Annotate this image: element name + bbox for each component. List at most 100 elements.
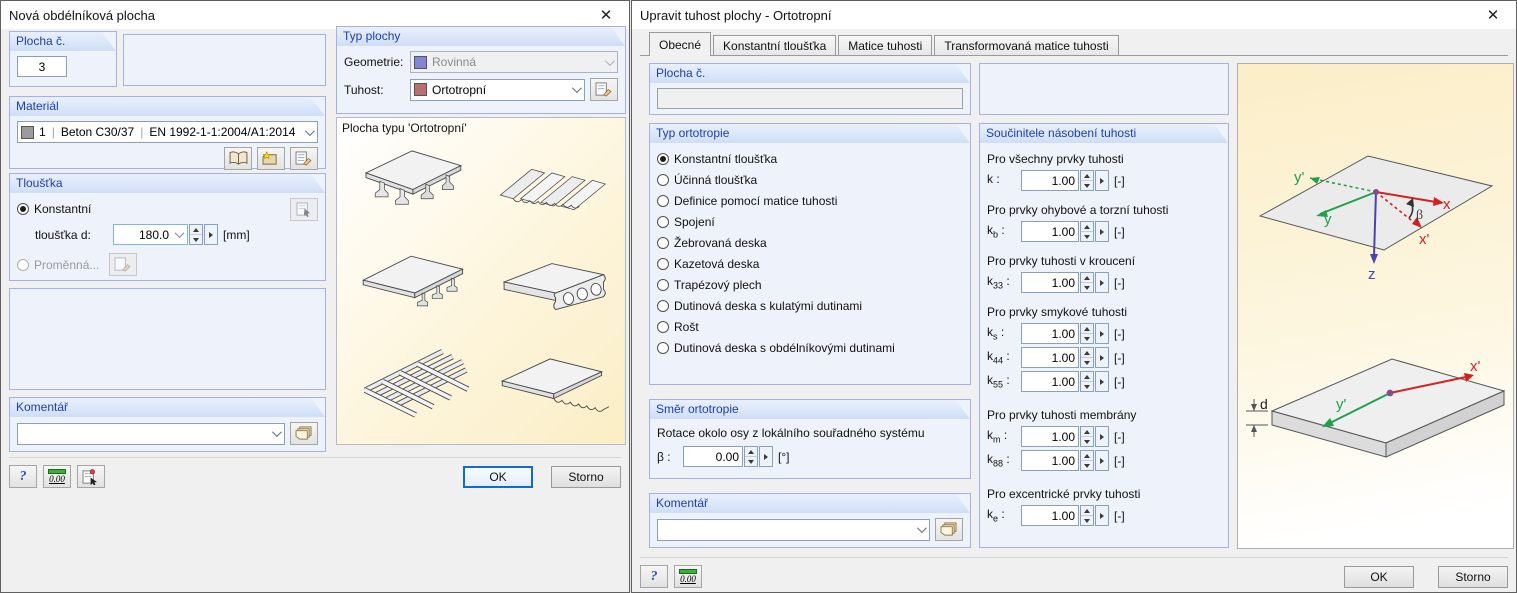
cancel-button[interactable]: Storno (551, 466, 621, 488)
radio-constant-thickness[interactable]: Konstantní (17, 198, 91, 219)
factor-input-k55[interactable] (1022, 372, 1078, 391)
tab-transformovana-matice[interactable]: Transformovaná matice tuhosti (934, 35, 1118, 56)
pick-surface-button[interactable] (77, 465, 105, 488)
tab-obecne[interactable]: Obecné (649, 32, 711, 56)
beta-field[interactable] (683, 446, 743, 467)
thickness-group: Tloušťka Konstantní (9, 173, 326, 281)
radio-ucinna-tloustka[interactable]: Účinná tloušťka (657, 169, 963, 190)
factor-detail-button[interactable] (1095, 347, 1109, 368)
thickness-field-label: tloušťka d: (35, 228, 113, 242)
edit-material-button[interactable] (290, 147, 318, 170)
radio-definice-matice[interactable]: Definice pomocí matice tuhosti (657, 190, 963, 211)
thickness-field[interactable] (113, 224, 188, 245)
factor-input-k[interactable] (1022, 171, 1078, 190)
factor-spinner[interactable] (1080, 221, 1094, 242)
edit-stiffness-button[interactable] (590, 78, 618, 101)
factor-input-ks[interactable] (1022, 324, 1078, 343)
comment-presets-button[interactable] (935, 518, 963, 541)
factor-spinner[interactable] (1080, 505, 1094, 526)
factor-input-k88[interactable] (1022, 451, 1078, 470)
pick-thickness-button[interactable] (290, 198, 318, 221)
factor-detail-button[interactable] (1095, 170, 1109, 191)
units-button[interactable]: 0.00 (674, 565, 702, 588)
titlebar[interactable]: Upravit tuhost plochy - Ortotropní ✕ (632, 1, 1516, 29)
factor-field[interactable] (1021, 371, 1079, 392)
tab-konstantni-tloustka[interactable]: Konstantní tloušťka (713, 35, 836, 56)
close-icon[interactable]: ✕ (1478, 3, 1508, 27)
edit-variable-thickness-button[interactable] (109, 253, 137, 276)
factor-detail-button[interactable] (1095, 450, 1109, 471)
chevron-down-icon[interactable] (567, 80, 584, 100)
orthotropy-direction-header: Směr ortotropie (650, 400, 970, 419)
factor-field[interactable] (1021, 323, 1079, 344)
factor-spinner[interactable] (1080, 170, 1094, 191)
orthotropy-diagram-panel: y' y z x x' β (1237, 63, 1514, 549)
ok-button[interactable]: OK (463, 466, 533, 488)
help-button[interactable]: ? (640, 565, 668, 588)
thickness-detail-button[interactable] (204, 224, 218, 245)
factor-detail-button[interactable] (1095, 221, 1109, 242)
factor-input-ke[interactable] (1022, 506, 1078, 525)
close-icon[interactable]: ✕ (591, 3, 621, 27)
factor-spinner[interactable] (1080, 426, 1094, 447)
surface-number-input[interactable] (17, 56, 67, 77)
factor-detail-button[interactable] (1095, 371, 1109, 392)
beta-spinner[interactable] (744, 446, 758, 467)
factor-detail-button[interactable] (1095, 505, 1109, 526)
factor-field[interactable] (1021, 221, 1079, 242)
material-library-button[interactable] (224, 147, 252, 170)
factor-detail-button[interactable] (1095, 323, 1109, 344)
radio-spojeni[interactable]: Spojení (657, 211, 963, 232)
comment-presets-button[interactable] (290, 422, 318, 445)
radio-dutinova-kulate[interactable]: Dutinová deska s kulatými dutinami (657, 295, 963, 316)
beta-input[interactable] (684, 447, 742, 466)
factor-detail-button[interactable] (1095, 272, 1109, 293)
help-button[interactable]: ? (9, 465, 37, 488)
beta-detail-button[interactable] (759, 446, 773, 467)
factor-input-km[interactable] (1022, 427, 1078, 446)
radio-dot (657, 153, 669, 165)
new-material-button[interactable] (257, 147, 285, 170)
thickness-input[interactable] (114, 225, 172, 244)
factor-field[interactable] (1021, 272, 1079, 293)
factor-detail-button[interactable] (1095, 426, 1109, 447)
factor-spinner[interactable] (1080, 347, 1094, 368)
radio-dot (17, 203, 29, 215)
factor-spinner[interactable] (1080, 323, 1094, 344)
radio-zebrovana-deska[interactable]: Žebrovaná deska (657, 232, 963, 253)
factor-row-k33: k33 : [-] (987, 272, 1221, 293)
material-combo[interactable]: 1 | Beton C30/37 | EN 1992-1-1:2004/A1:2… (17, 121, 318, 143)
factor-field[interactable] (1021, 426, 1079, 447)
factor-spinner[interactable] (1080, 371, 1094, 392)
factor-field[interactable] (1021, 170, 1079, 191)
chevron-down-icon[interactable] (300, 122, 317, 142)
factor-input-kb[interactable] (1022, 222, 1078, 241)
factor-spinner[interactable] (1080, 272, 1094, 293)
factor-field[interactable] (1021, 450, 1079, 471)
radio-variable-thickness[interactable]: Proměnná... (17, 254, 99, 275)
thickness-spinner[interactable] (189, 224, 203, 245)
chevron-down-icon[interactable] (267, 424, 284, 444)
question-mark-icon: ? (651, 569, 658, 585)
radio-konstantni-tloustka[interactable]: Konstantní tloušťka (657, 148, 963, 169)
comment-combo[interactable] (657, 519, 930, 541)
radio-kazetova-deska[interactable]: Kazetová deska (657, 253, 963, 274)
ok-button[interactable]: OK (1344, 566, 1414, 588)
units-button[interactable]: 0.00 (43, 465, 71, 488)
chevron-down-icon[interactable] (912, 520, 929, 540)
factor-input-k33[interactable] (1022, 273, 1078, 292)
chevron-down-icon[interactable] (172, 225, 187, 244)
radio-dutinova-obdelnikove[interactable]: Dutinová deska s obdélníkovými dutinami (657, 337, 963, 358)
radio-dot (657, 237, 669, 249)
cancel-button[interactable]: Storno (1438, 566, 1508, 588)
comment-combo[interactable] (17, 423, 285, 445)
radio-trapezovy-plech[interactable]: Trapézový plech (657, 274, 963, 295)
factor-input-k44[interactable] (1022, 348, 1078, 367)
factor-field[interactable] (1021, 347, 1079, 368)
titlebar[interactable]: Nová obdélníková plocha ✕ (1, 1, 629, 29)
radio-rost[interactable]: Rošt (657, 316, 963, 337)
factor-spinner[interactable] (1080, 450, 1094, 471)
tab-matice-tuhosti[interactable]: Matice tuhosti (838, 35, 932, 56)
stiffness-combo[interactable]: Ortotropní (410, 79, 585, 101)
factor-field[interactable] (1021, 505, 1079, 526)
